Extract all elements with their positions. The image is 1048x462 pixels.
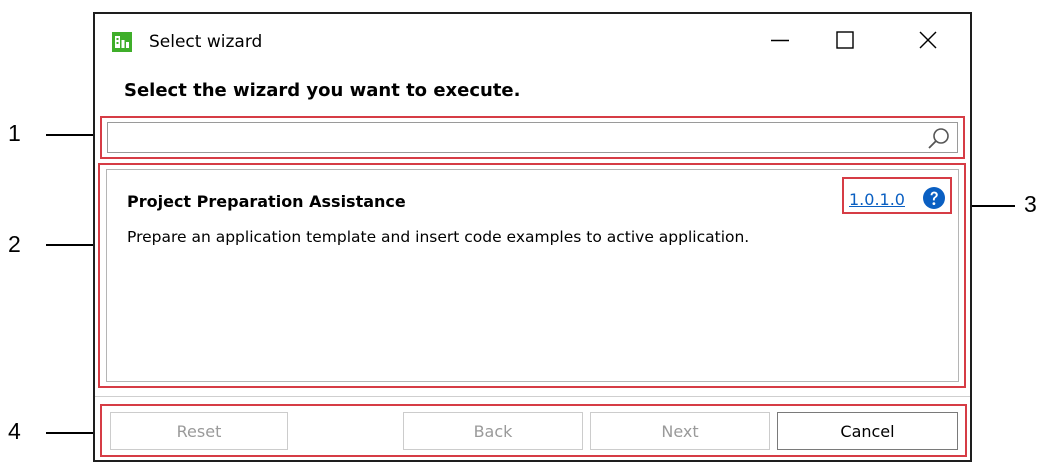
cancel-button[interactable]: Cancel (777, 412, 958, 450)
minimize-button[interactable] (757, 20, 803, 60)
highlight-box-version (842, 177, 952, 214)
app-icon (112, 32, 132, 52)
close-icon (919, 31, 937, 49)
callout-1: 1 (8, 120, 21, 146)
back-button[interactable]: Back (403, 412, 583, 450)
wizard-description: Prepare an application template and inse… (127, 228, 750, 246)
search-input[interactable] (108, 123, 908, 152)
minimize-icon (771, 39, 789, 42)
maximize-icon (836, 31, 854, 49)
wizard-list-item[interactable]: Project Preparation Assistance Prepare a… (107, 170, 958, 381)
search-icon[interactable] (927, 126, 951, 150)
maximize-button[interactable] (822, 20, 868, 60)
wizard-list: Project Preparation Assistance Prepare a… (106, 169, 959, 382)
callout-2: 2 (8, 231, 21, 257)
next-button[interactable]: Next (590, 412, 770, 450)
window-title: Select wizard (149, 32, 263, 52)
wizard-name: Project Preparation Assistance (127, 192, 406, 211)
title-bar[interactable]: Select wizard (95, 14, 970, 68)
search-box[interactable] (107, 122, 958, 153)
dialog-heading: Select the wizard you want to execute. (124, 80, 521, 101)
callout-4: 4 (8, 418, 21, 444)
reset-button[interactable]: Reset (110, 412, 288, 450)
callout-3: 3 (1024, 191, 1037, 217)
footer-separator (95, 396, 970, 397)
select-wizard-dialog: Select wizard Select the wizard you want… (93, 12, 972, 462)
close-button[interactable] (905, 20, 951, 60)
